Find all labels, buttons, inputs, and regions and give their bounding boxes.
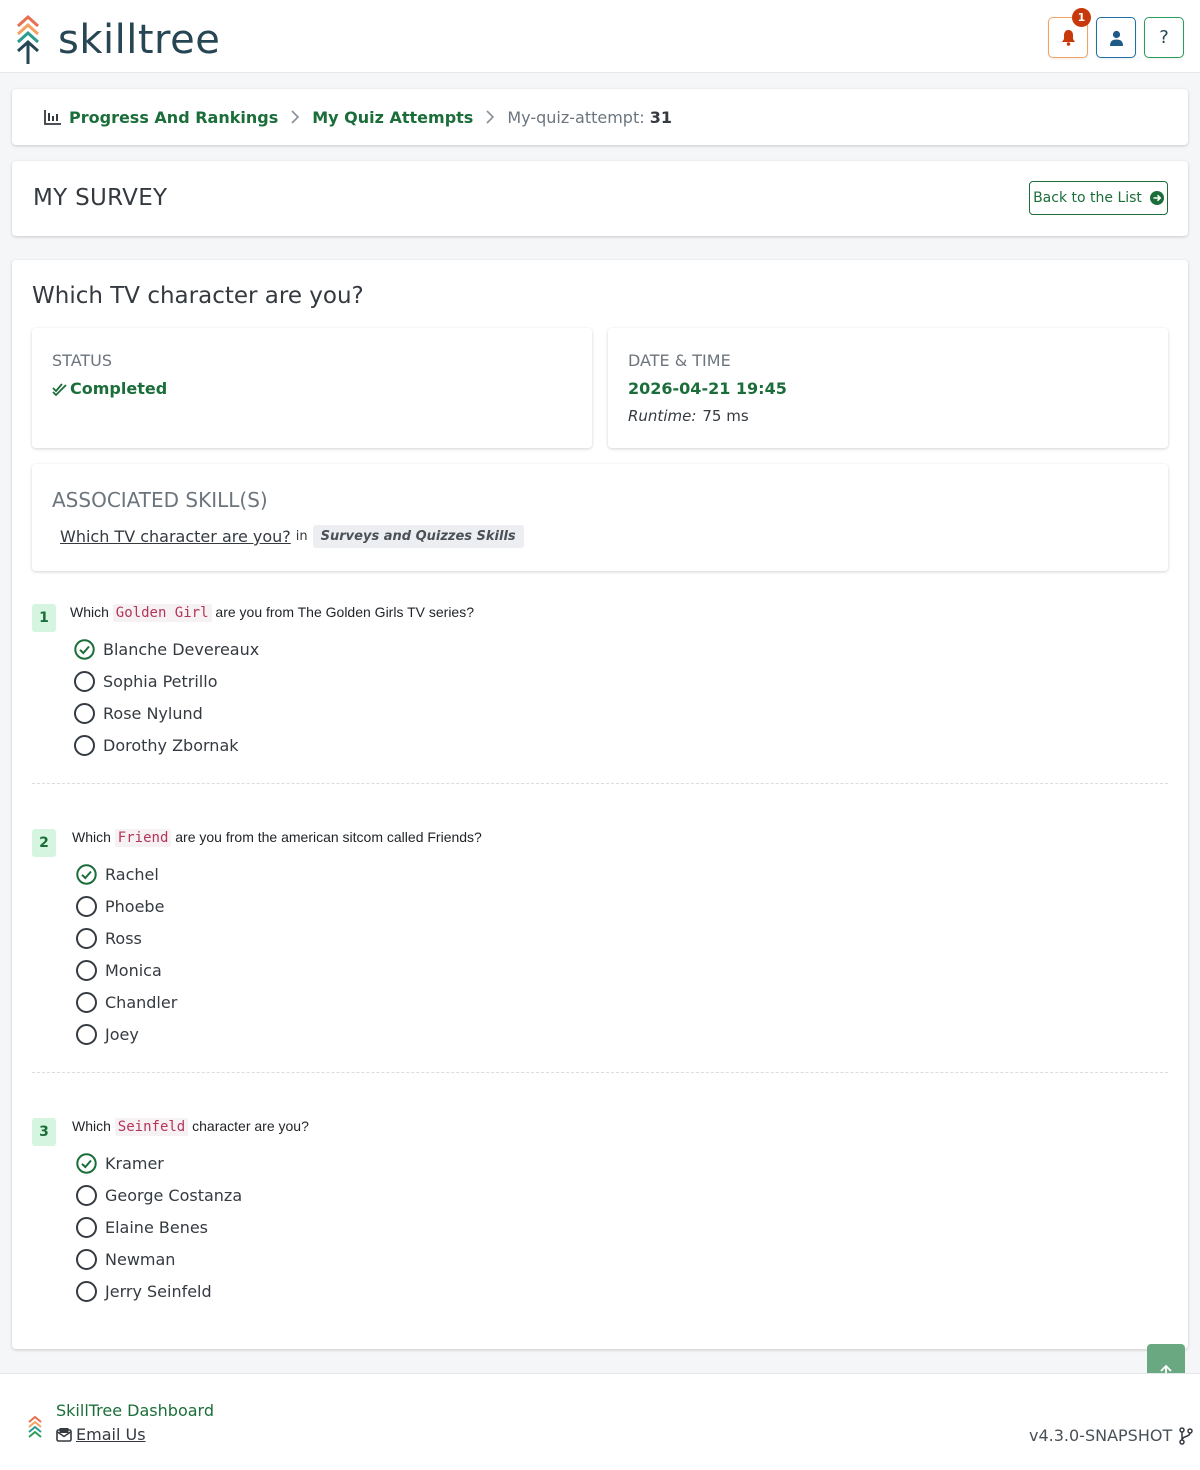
date-time-card: DATE & TIME 2026-04-21 19:45 Runtime: 75 … xyxy=(608,328,1168,448)
notification-count-badge: 1 xyxy=(1072,8,1091,27)
skilltree-logo-icon xyxy=(16,14,40,64)
answer-option[interactable]: Rachel xyxy=(76,864,159,885)
radio-icon xyxy=(76,1281,97,1302)
check-circle-icon xyxy=(74,639,95,660)
answer-option[interactable]: Monica xyxy=(76,960,162,981)
check-circle-icon xyxy=(76,1153,97,1174)
associated-skills-label: ASSOCIATED SKILL(S) xyxy=(52,488,268,512)
breadcrumb-progress-link[interactable]: Progress And Rankings xyxy=(69,108,278,127)
double-check-icon xyxy=(52,382,67,396)
radio-icon xyxy=(76,992,97,1013)
radio-icon xyxy=(74,703,95,724)
chevron-right-icon xyxy=(486,110,495,124)
answer-option[interactable]: Jerry Seinfeld xyxy=(76,1281,212,1302)
question-number: 1 xyxy=(32,604,56,632)
answer-option[interactable]: Ross xyxy=(76,928,142,949)
date-time-value: 2026-04-21 19:45 xyxy=(628,379,787,398)
date-time-label: DATE & TIME xyxy=(628,351,731,370)
quiz-title: Which TV character are you? xyxy=(32,283,364,309)
breadcrumb-current: My-quiz-attempt: 31 xyxy=(507,107,672,127)
skill-in-text: in xyxy=(295,529,308,544)
top-nav-bar: skilltree 1 ? xyxy=(0,0,1200,73)
footer: SkillTree Dashboard Email Us v4.3.0-SNAP… xyxy=(0,1373,1200,1470)
runtime: Runtime: 75 ms xyxy=(628,407,749,425)
envelope-icon xyxy=(56,1428,72,1442)
version-label: v4.3.0-SNAPSHOT xyxy=(1029,1426,1193,1445)
skilltree-logo[interactable]: skilltree xyxy=(14,14,220,66)
answer-option[interactable]: Blanche Devereaux xyxy=(74,639,259,660)
radio-icon xyxy=(76,1249,97,1270)
question-text: Which Seinfeld character are you? xyxy=(72,1118,309,1136)
answer-option[interactable]: Chandler xyxy=(76,992,177,1013)
bell-icon xyxy=(1061,30,1075,46)
answer-option[interactable]: Elaine Benes xyxy=(76,1217,208,1238)
answer-option[interactable]: Phoebe xyxy=(76,896,164,917)
radio-icon xyxy=(76,1024,97,1045)
chevron-right-icon xyxy=(291,110,300,124)
radio-icon xyxy=(74,671,95,692)
quiz-attempt-card: Which TV character are you? STATUS Compl… xyxy=(12,260,1188,1349)
answer-option[interactable]: Sophia Petrillo xyxy=(74,671,217,692)
status-value: Completed xyxy=(52,379,167,398)
chart-icon xyxy=(44,110,61,125)
question-divider xyxy=(32,1072,1168,1073)
email-us-link[interactable]: Email Us xyxy=(56,1425,146,1444)
associated-skills-card: ASSOCIATED SKILL(S) Which TV character a… xyxy=(32,464,1168,571)
answer-option[interactable]: Joey xyxy=(76,1024,139,1045)
survey-header-card: MY SURVEY Back to the List xyxy=(12,161,1188,236)
user-icon xyxy=(1109,30,1123,46)
skilltree-logo-small-icon xyxy=(28,1416,42,1438)
subject-tag: Surveys and Quizzes Skills xyxy=(312,525,524,548)
answer-option[interactable]: Rose Nylund xyxy=(74,703,203,724)
status-label: STATUS xyxy=(52,351,113,370)
user-menu-button[interactable] xyxy=(1096,17,1136,58)
skill-row: Which TV character are you? in Surveys a… xyxy=(60,525,524,548)
question-number: 3 xyxy=(32,1118,56,1146)
help-button[interactable]: ? xyxy=(1144,17,1184,58)
code-branch-icon xyxy=(1179,1426,1193,1445)
question-text: Which Friend are you from the american s… xyxy=(72,829,482,847)
question-number: 2 xyxy=(32,829,56,857)
answer-option[interactable]: Dorothy Zbornak xyxy=(74,735,239,756)
radio-icon xyxy=(76,960,97,981)
skill-link[interactable]: Which TV character are you? xyxy=(60,527,291,546)
radio-icon xyxy=(76,928,97,949)
radio-icon xyxy=(76,1217,97,1238)
brand-name: skilltree xyxy=(58,17,221,63)
footer-dashboard-title: SkillTree Dashboard xyxy=(56,1401,214,1420)
check-circle-icon xyxy=(76,864,97,885)
answer-option[interactable]: Kramer xyxy=(76,1153,164,1174)
status-card: STATUS Completed xyxy=(32,328,592,448)
page-title: MY SURVEY xyxy=(33,185,168,211)
back-to-list-button[interactable]: Back to the List xyxy=(1029,181,1168,215)
back-button-label: Back to the List xyxy=(1033,190,1142,206)
question-text: Which Golden Girl are you from The Golde… xyxy=(70,604,474,622)
radio-icon xyxy=(76,1185,97,1206)
radio-icon xyxy=(74,735,95,756)
radio-icon xyxy=(76,896,97,917)
breadcrumb: Progress And Rankings My Quiz Attempts M… xyxy=(12,89,1188,145)
question-divider xyxy=(32,783,1168,784)
answer-option[interactable]: George Costanza xyxy=(76,1185,242,1206)
arrow-circle-right-icon xyxy=(1149,191,1164,205)
answer-option[interactable]: Newman xyxy=(76,1249,175,1270)
breadcrumb-quiz-attempts-link[interactable]: My Quiz Attempts xyxy=(312,108,473,127)
